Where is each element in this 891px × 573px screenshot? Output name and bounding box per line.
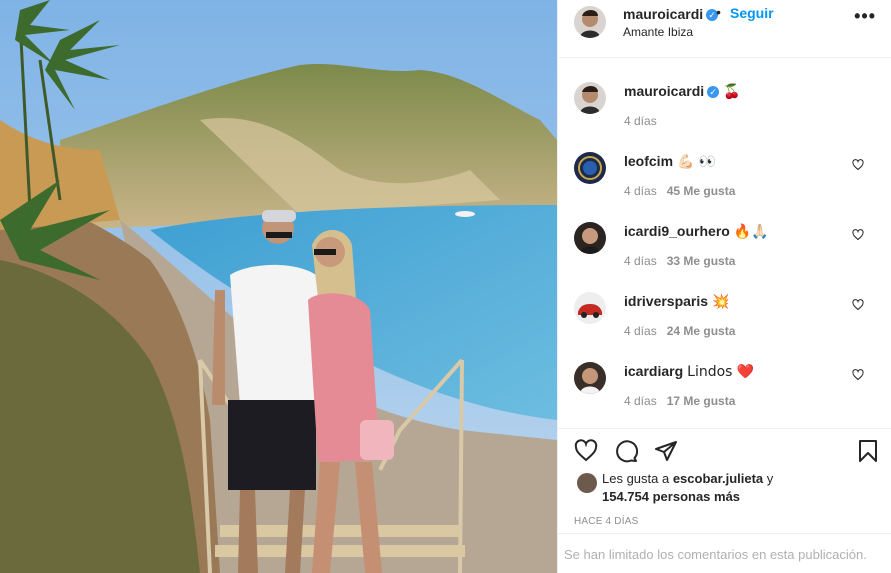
comment-meta: 4 días 45 Me gusta [624,184,735,198]
comment-item: idriversparis 💥 4 días 24 Me gusta [558,268,891,338]
comment-likes[interactable]: 45 Me gusta [667,184,736,198]
likes-line-1: Les gusta a escobar.julieta y [602,471,774,486]
beach-couple-photo [0,0,557,573]
comment-likes[interactable]: 24 Me gusta [667,324,736,338]
comment-meta: 4 días 17 Me gusta [624,394,735,408]
comment-avatar[interactable] [574,152,606,184]
post-location[interactable]: Amante Ibiza [623,25,693,39]
post-timestamp[interactable]: HACE 4 DÍAS [574,516,638,527]
caption-text: 🍒 [723,84,741,100]
separator-dot: • [716,4,721,20]
red-car-avatar [574,292,606,324]
comment-item: leofcim 💪🏻 👀 4 días 45 Me gusta [558,128,891,198]
follow-button[interactable]: Seguir [730,5,774,21]
comment-time[interactable]: 4 días [624,324,657,338]
comment-text: 💪🏻 👀 [677,154,717,170]
comment-heart-icon[interactable] [852,159,864,171]
caption-time[interactable]: 4 días [624,114,657,128]
comment-text: 💥 [712,294,730,310]
caption-avatar-image [574,82,606,114]
comments-limited-text: Se han limitado los comentarios en esta … [564,547,867,562]
comment-avatar[interactable] [574,362,606,394]
author-avatar[interactable] [574,6,606,38]
author-username[interactable]: mauroicardi ✓ [623,6,719,22]
comment-time[interactable]: 4 días [624,254,657,268]
caption-username[interactable]: mauroicardi ✓ 🍒 [624,83,741,100]
liker-username[interactable]: escobar.julieta [673,471,763,486]
likes-others[interactable]: 154.754 personas más [602,489,740,504]
comment-likes[interactable]: 17 Me gusta [667,394,736,408]
comments-list: mauroicardi ✓ 🍒 4 días leofcim 💪🏻 👀 4 días 4… [558,58,891,428]
comment-username[interactable]: icardi9_ourhero 🔥🙏🏻 [624,223,769,240]
comment-username[interactable]: icardiarg Lindos ❤️ [624,363,754,380]
comment-item: icardi9_ourhero 🔥🙏🏻 4 días 33 Me gusta [558,198,891,268]
post-side-panel: mauroicardi ✓ • Seguir Amante Ibiza ••• m… [557,0,891,573]
comment-avatar-image [574,222,606,254]
comment-icon[interactable] [614,439,638,463]
post-actions-bar [558,428,891,468]
liker-avatar[interactable] [577,473,597,493]
post-header: mauroicardi ✓ • Seguir Amante Ibiza ••• [558,0,891,58]
share-icon[interactable] [654,439,678,463]
comment-username[interactable]: idriversparis 💥 [624,293,730,310]
post-caption: mauroicardi ✓ 🍒 4 días [558,58,891,128]
comment-likes[interactable]: 33 Me gusta [667,254,736,268]
comment-meta: 4 días 33 Me gusta [624,254,735,268]
post-photo[interactable] [0,0,557,573]
comments-limited-notice: Se han limitado los comentarios en esta … [558,533,891,573]
comment-heart-icon[interactable] [852,229,864,241]
comment-avatar[interactable] [574,292,606,324]
comment-item: icardiarg Lindos ❤️ 4 días 17 Me gusta [558,338,891,408]
bookmark-icon[interactable] [856,439,880,463]
more-dots-icon[interactable]: ••• [854,6,876,27]
caption-avatar[interactable] [574,82,606,114]
inter-logo-avatar [574,152,606,184]
comment-meta: 4 días 24 Me gusta [624,324,735,338]
comment-heart-icon[interactable] [852,369,864,381]
heart-icon[interactable] [574,439,598,463]
comment-username[interactable]: leofcim 💪🏻 👀 [624,153,716,170]
comment-text: 🔥🙏🏻 [733,224,769,240]
comment-avatar-image [574,362,606,394]
comment-time[interactable]: 4 días [624,394,657,408]
author-avatar-image [574,6,606,38]
comment-text: Lindos ❤️ [687,364,755,380]
comment-avatar[interactable] [574,222,606,254]
comment-time[interactable]: 4 días [624,184,657,198]
verified-badge-icon: ✓ [707,86,720,98]
comment-heart-icon[interactable] [852,299,864,311]
